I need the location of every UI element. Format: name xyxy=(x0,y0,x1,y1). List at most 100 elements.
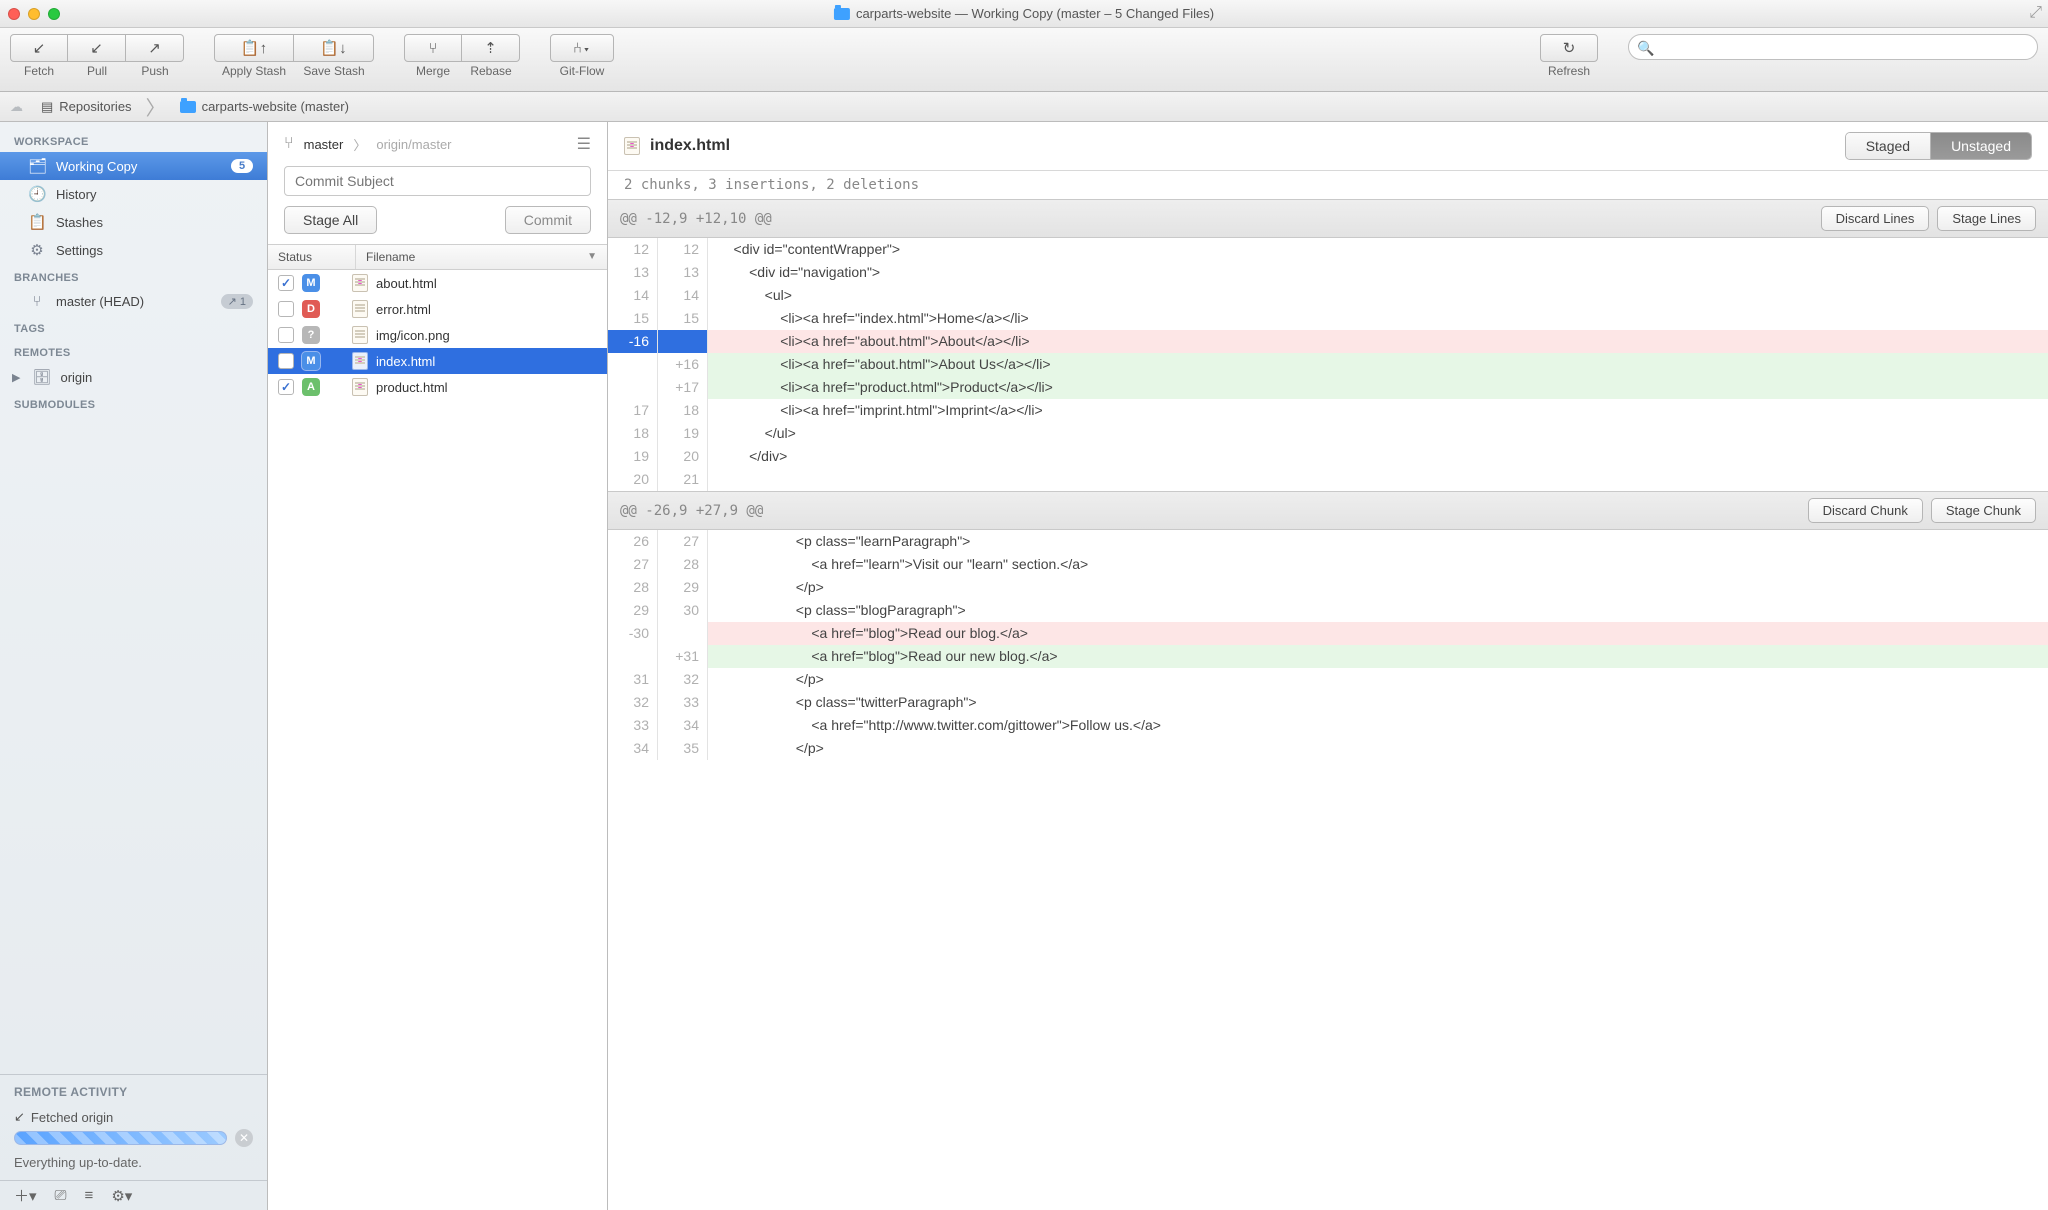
code-line[interactable]: 2829 </p> xyxy=(608,576,2048,599)
folder-icon xyxy=(834,8,850,20)
sidebar-item-working-copy[interactable]: 🗂 Working Copy 5 xyxy=(0,152,267,180)
stage-checkbox[interactable] xyxy=(278,379,294,395)
discard-button[interactable]: Discard Lines xyxy=(1821,206,1930,231)
line-number-new: 19 xyxy=(658,422,708,445)
code-line[interactable]: +17 <li><a href="product.html">Product</… xyxy=(608,376,2048,399)
stage-checkbox[interactable] xyxy=(278,327,294,343)
sidebar-item-master[interactable]: ⑂ master (HEAD) ↗1 xyxy=(0,288,267,315)
code-line[interactable]: 1920 </div> xyxy=(608,445,2048,468)
chevron-right-icon: 〉 xyxy=(146,92,166,121)
unstaged-tab[interactable]: Unstaged xyxy=(1930,133,2031,159)
stage-all-button[interactable]: Stage All xyxy=(284,206,377,234)
fetch-button[interactable]: ↙︎ xyxy=(10,34,68,62)
line-number-new: +16 xyxy=(658,353,708,376)
code-line[interactable]: 3334 <a href="http://www.twitter.com/git… xyxy=(608,714,2048,737)
gitflow-button[interactable]: ⑃▾ xyxy=(550,34,614,62)
toolbar: ↙︎ ↙ ↗ Fetch Pull Push 📋↑ 📋↓ Apply Stash… xyxy=(0,28,2048,92)
stage-checkbox[interactable] xyxy=(278,353,294,369)
file-row[interactable]: ?img/icon.png xyxy=(268,322,607,348)
file-row[interactable]: Mabout.html xyxy=(268,270,607,296)
sidebar-item-history[interactable]: 🕘 History xyxy=(0,180,267,208)
pull-button[interactable]: ↙ xyxy=(68,34,126,62)
refresh-button[interactable]: ↻ xyxy=(1540,34,1598,62)
stage-checkbox[interactable] xyxy=(278,275,294,291)
code-line[interactable]: 2021 xyxy=(608,468,2048,491)
code-line[interactable]: 1515 <li><a href="index.html">Home</a></… xyxy=(608,307,2048,330)
header-status[interactable]: Status xyxy=(268,245,356,269)
branch-icon: ⑂ xyxy=(28,293,46,310)
code-line[interactable]: 1819 </ul> xyxy=(608,422,2048,445)
apply-stash-button[interactable]: 📋↑ xyxy=(214,34,294,62)
sidebar-footer: ＋▾ ⎚ ≡ ⚙▾ xyxy=(0,1180,267,1210)
code-line[interactable]: +31 <a href="blog">Read our new blog.</a… xyxy=(608,645,2048,668)
line-number-old: 13 xyxy=(608,261,658,284)
add-button[interactable]: ＋▾ xyxy=(14,1185,37,1206)
upstream-name: origin/master xyxy=(376,137,451,152)
sidebar-item-stashes[interactable]: 📋 Stashes xyxy=(0,208,267,236)
file-name: about.html xyxy=(376,276,437,291)
sidebar-item-settings[interactable]: ⚙ Settings xyxy=(0,236,267,264)
stage-button[interactable]: Stage Chunk xyxy=(1931,498,2036,523)
code-area[interactable]: 1212 <div id="contentWrapper">1313 <div … xyxy=(608,238,2048,491)
code-line[interactable]: 2728 <a href="learn">Visit our "learn" s… xyxy=(608,553,2048,576)
stash-group: 📋↑ 📋↓ Apply Stash Save Stash xyxy=(214,34,374,78)
file-icon xyxy=(352,352,368,370)
path-repositories[interactable]: ▤ Repositories xyxy=(31,97,142,117)
code-line[interactable]: 1313 <div id="navigation"> xyxy=(608,261,2048,284)
stage-checkbox[interactable] xyxy=(278,301,294,317)
search-field[interactable]: 🔍 xyxy=(1628,34,2038,60)
code-line[interactable]: 1212 <div id="contentWrapper"> xyxy=(608,238,2048,261)
code-text: <div id="contentWrapper"> xyxy=(708,238,2048,261)
code-line[interactable]: 2627 <p class="learnParagraph"> xyxy=(608,530,2048,553)
ahead-count: 1 xyxy=(240,296,246,308)
code-text: <p class="blogParagraph"> xyxy=(708,599,2048,622)
diff-panel: index.html Staged Unstaged 2 chunks, 3 i… xyxy=(608,122,2048,1210)
status-badge: ? xyxy=(302,326,320,344)
file-row[interactable]: Mindex.html xyxy=(268,348,607,374)
status-badge: M xyxy=(302,352,320,370)
zoom-button[interactable] xyxy=(48,8,60,20)
code-area[interactable]: 2627 <p class="learnParagraph">2728 <a h… xyxy=(608,530,2048,760)
code-text: <a href="blog">Read our new blog.</a> xyxy=(708,645,2048,668)
stage-button[interactable]: Stage Lines xyxy=(1937,206,2036,231)
fullscreen-icon[interactable]: ⤢ xyxy=(2029,4,2042,22)
code-line[interactable]: 3132 </p> xyxy=(608,668,2048,691)
pull-label: Pull xyxy=(68,64,126,78)
code-line[interactable]: 2930 <p class="blogParagraph"> xyxy=(608,599,2048,622)
code-line[interactable]: 3233 <p class="twitterParagraph"> xyxy=(608,691,2048,714)
merge-button[interactable]: ⑂ xyxy=(404,34,462,62)
code-line[interactable]: -16 <li><a href="about.html">About</a></… xyxy=(608,330,2048,353)
gitflow-label: Git-Flow xyxy=(550,64,614,78)
sidebar-item-origin[interactable]: ▶ 🗄 origin xyxy=(0,363,267,391)
save-stash-button[interactable]: 📋↓ xyxy=(294,34,374,62)
code-line[interactable]: 1718 <li><a href="imprint.html">Imprint<… xyxy=(608,399,2048,422)
quicklook-button[interactable]: ⎚ xyxy=(55,1187,67,1204)
arrow-up-icon: ↗ xyxy=(228,295,237,308)
code-line[interactable]: 3435 </p> xyxy=(608,737,2048,760)
remote-activity-title: REMOTE ACTIVITY xyxy=(14,1085,253,1099)
staged-tab[interactable]: Staged xyxy=(1846,133,1930,159)
rebase-button[interactable]: ⇡ xyxy=(462,34,520,62)
close-button[interactable] xyxy=(8,8,20,20)
code-line[interactable]: -30 <a href="blog">Read our blog.</a> xyxy=(608,622,2048,645)
code-line[interactable]: +16 <li><a href="about.html">About Us</a… xyxy=(608,353,2048,376)
disclosure-triangle-icon[interactable]: ▶ xyxy=(12,371,20,384)
file-row[interactable]: Aproduct.html xyxy=(268,374,607,400)
code-line[interactable]: 1414 <ul> xyxy=(608,284,2048,307)
commit-subject-input[interactable] xyxy=(284,166,591,196)
list-button[interactable]: ≡ xyxy=(85,1187,94,1204)
push-label: Push xyxy=(126,64,184,78)
apply-stash-label: Apply Stash xyxy=(214,64,294,78)
view-mode-button[interactable]: ☰ xyxy=(577,134,591,154)
gear-menu-button[interactable]: ⚙▾ xyxy=(111,1187,132,1205)
status-badge: D xyxy=(302,300,320,318)
commit-button[interactable]: Commit xyxy=(505,206,591,234)
path-project[interactable]: carparts-website (master) xyxy=(170,97,359,116)
header-filename[interactable]: Filename ▼ xyxy=(356,245,607,269)
file-row[interactable]: Derror.html xyxy=(268,296,607,322)
discard-button[interactable]: Discard Chunk xyxy=(1808,498,1923,523)
cancel-button[interactable]: ✕ xyxy=(235,1129,253,1147)
push-button[interactable]: ↗ xyxy=(126,34,184,62)
minimize-button[interactable] xyxy=(28,8,40,20)
file-icon xyxy=(352,326,368,344)
